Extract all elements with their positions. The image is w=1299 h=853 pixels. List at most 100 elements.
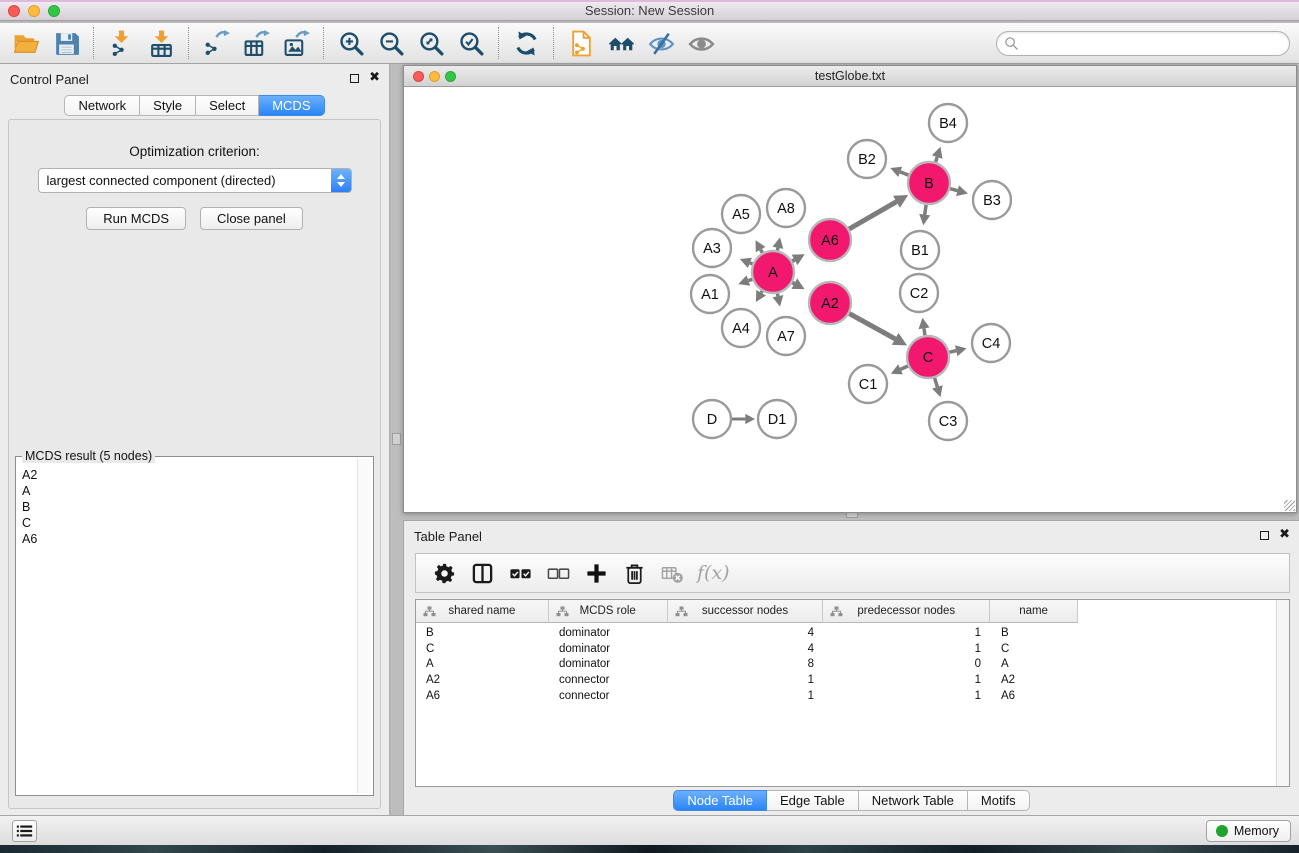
graph-node-A8[interactable]: A8 (767, 189, 805, 227)
float-table-panel-icon[interactable] (1260, 531, 1269, 540)
edge-A-A1[interactable] (748, 279, 752, 280)
table-row[interactable]: Cdominator41C (416, 641, 1289, 657)
graph-node-D[interactable]: D (693, 400, 731, 438)
network-close-button[interactable] (413, 71, 424, 82)
import-network-button[interactable] (101, 24, 141, 62)
graph-node-D1[interactable]: D1 (758, 400, 796, 438)
show-graphics-button[interactable] (681, 24, 721, 62)
edge-B-B4[interactable] (936, 157, 938, 162)
edge-A6-B[interactable] (849, 202, 896, 229)
mcds-result-item[interactable]: C (22, 515, 351, 531)
edge-C-C4[interactable] (950, 351, 957, 353)
search-input[interactable] (1019, 34, 1289, 54)
edge-C-C1[interactable] (901, 366, 908, 369)
split-columns-button[interactable] (463, 556, 501, 590)
home-view-button[interactable] (601, 24, 641, 62)
cell-successor-nodes[interactable]: 8 (668, 658, 824, 670)
cell-shared-name[interactable]: C (416, 643, 549, 655)
table-row[interactable]: Adominator80A (416, 657, 1289, 673)
cell-shared-name[interactable]: B (416, 627, 549, 639)
graph-node-C[interactable]: C (907, 336, 949, 378)
graph-node-B2[interactable]: B2 (848, 140, 886, 178)
tab-motifs[interactable]: Motifs (968, 790, 1030, 811)
graph-node-B4[interactable]: B4 (929, 104, 967, 142)
graph-node-B[interactable]: B (908, 162, 950, 204)
zoom-fit-button[interactable] (411, 24, 451, 62)
edge-A-A5[interactable] (761, 250, 763, 253)
open-folder-button[interactable] (6, 24, 46, 62)
column-header-mcds-role[interactable]: MCDS role (549, 600, 668, 622)
graph-node-A6[interactable]: A6 (809, 219, 851, 261)
network-window-titlebar[interactable]: testGlobe.txt (404, 66, 1296, 87)
column-header-successor-nodes[interactable]: successor nodes (668, 600, 824, 622)
graph-node-A4[interactable]: A4 (722, 309, 760, 347)
new-network-from-file-button[interactable] (561, 24, 601, 62)
edge-A-A3[interactable] (750, 263, 753, 264)
edge-A-A8[interactable] (777, 248, 778, 251)
network-minimize-button[interactable] (429, 71, 440, 82)
cell-predecessor-nodes[interactable]: 1 (824, 674, 991, 686)
result-scrollbar[interactable] (357, 459, 371, 793)
mcds-result-item[interactable]: B (22, 499, 351, 515)
tab-style[interactable]: Style (140, 95, 196, 116)
column-header-predecessor-nodes[interactable]: predecessor nodes (823, 600, 990, 622)
graph-node-C4[interactable]: C4 (972, 324, 1010, 362)
close-panel-icon[interactable]: ✖ (369, 73, 380, 83)
graph-node-A3[interactable]: A3 (693, 229, 731, 267)
network-graph[interactable]: B4B2BB3A5A8A6A3B1AC2A1A2A4A7C4CC1C3DD1 (404, 88, 1296, 514)
edge-A-A7[interactable] (777, 294, 778, 297)
edge-B-B1[interactable] (925, 205, 926, 215)
gear-button[interactable] (425, 556, 463, 590)
table-scrollbar[interactable] (1276, 600, 1289, 786)
refresh-layout-button[interactable] (506, 24, 546, 62)
cell-name[interactable]: A (991, 658, 1078, 670)
run-mcds-button[interactable]: Run MCDS (86, 207, 186, 230)
graph-node-C1[interactable]: C1 (849, 365, 887, 403)
cell-mcds-role[interactable]: connector (549, 690, 668, 702)
export-network-button[interactable] (196, 24, 236, 62)
tab-network-table[interactable]: Network Table (859, 790, 968, 811)
hide-graphics-button[interactable] (641, 24, 681, 62)
graph-node-A2[interactable]: A2 (809, 282, 851, 324)
network-canvas[interactable]: B4B2BB3A5A8A6A3B1AC2A1A2A4A7C4CC1C3DD1 (404, 88, 1296, 512)
cell-predecessor-nodes[interactable]: 1 (824, 643, 991, 655)
cell-predecessor-nodes[interactable]: 1 (824, 627, 991, 639)
table-row[interactable]: A2connector11A2 (416, 672, 1289, 688)
graph-node-A[interactable]: A (752, 251, 794, 293)
edge-A-A2[interactable] (792, 283, 794, 284)
tab-mcds[interactable]: MCDS (259, 95, 324, 116)
cell-shared-name[interactable]: A (416, 658, 549, 670)
mcds-result-item[interactable]: A6 (22, 531, 351, 547)
tab-edge-table[interactable]: Edge Table (767, 790, 859, 811)
node-table[interactable]: shared nameMCDS rolesuccessor nodesprede… (415, 599, 1290, 787)
edge-C-C3[interactable] (935, 378, 938, 387)
close-panel-button[interactable]: Close panel (200, 207, 303, 230)
export-table-button[interactable] (236, 24, 276, 62)
float-panel-icon[interactable] (350, 74, 359, 83)
mcds-result-item[interactable]: A (22, 483, 351, 499)
tab-network[interactable]: Network (64, 95, 140, 116)
delete-row-button[interactable] (615, 556, 653, 590)
edge-B-B2[interactable] (900, 172, 908, 175)
graph-node-C3[interactable]: C3 (929, 402, 967, 440)
optimization-select[interactable]: largest connected component (directed) (38, 168, 352, 193)
window-resize-handle[interactable] (1284, 500, 1295, 511)
cell-successor-nodes[interactable]: 1 (668, 690, 824, 702)
cell-successor-nodes[interactable]: 1 (668, 674, 824, 686)
graph-node-A5[interactable]: A5 (722, 195, 760, 233)
select-all-columns-button[interactable] (501, 556, 539, 590)
cell-mcds-role[interactable]: dominator (549, 627, 668, 639)
tab-node-table[interactable]: Node Table (673, 790, 767, 811)
cell-mcds-role[interactable]: connector (549, 674, 668, 686)
cell-shared-name[interactable]: A2 (416, 674, 549, 686)
deselect-all-columns-button[interactable] (539, 556, 577, 590)
minimize-window-button[interactable] (28, 5, 40, 17)
splitter-grip-left[interactable] (392, 433, 401, 445)
cell-mcds-role[interactable]: dominator (549, 643, 668, 655)
network-zoom-button[interactable] (445, 71, 456, 82)
export-image-button[interactable] (276, 24, 316, 62)
mcds-result-item[interactable]: A2 (22, 467, 351, 483)
column-header-name[interactable]: name (990, 600, 1077, 622)
import-table-button[interactable] (141, 24, 181, 62)
task-history-button[interactable] (12, 820, 37, 842)
